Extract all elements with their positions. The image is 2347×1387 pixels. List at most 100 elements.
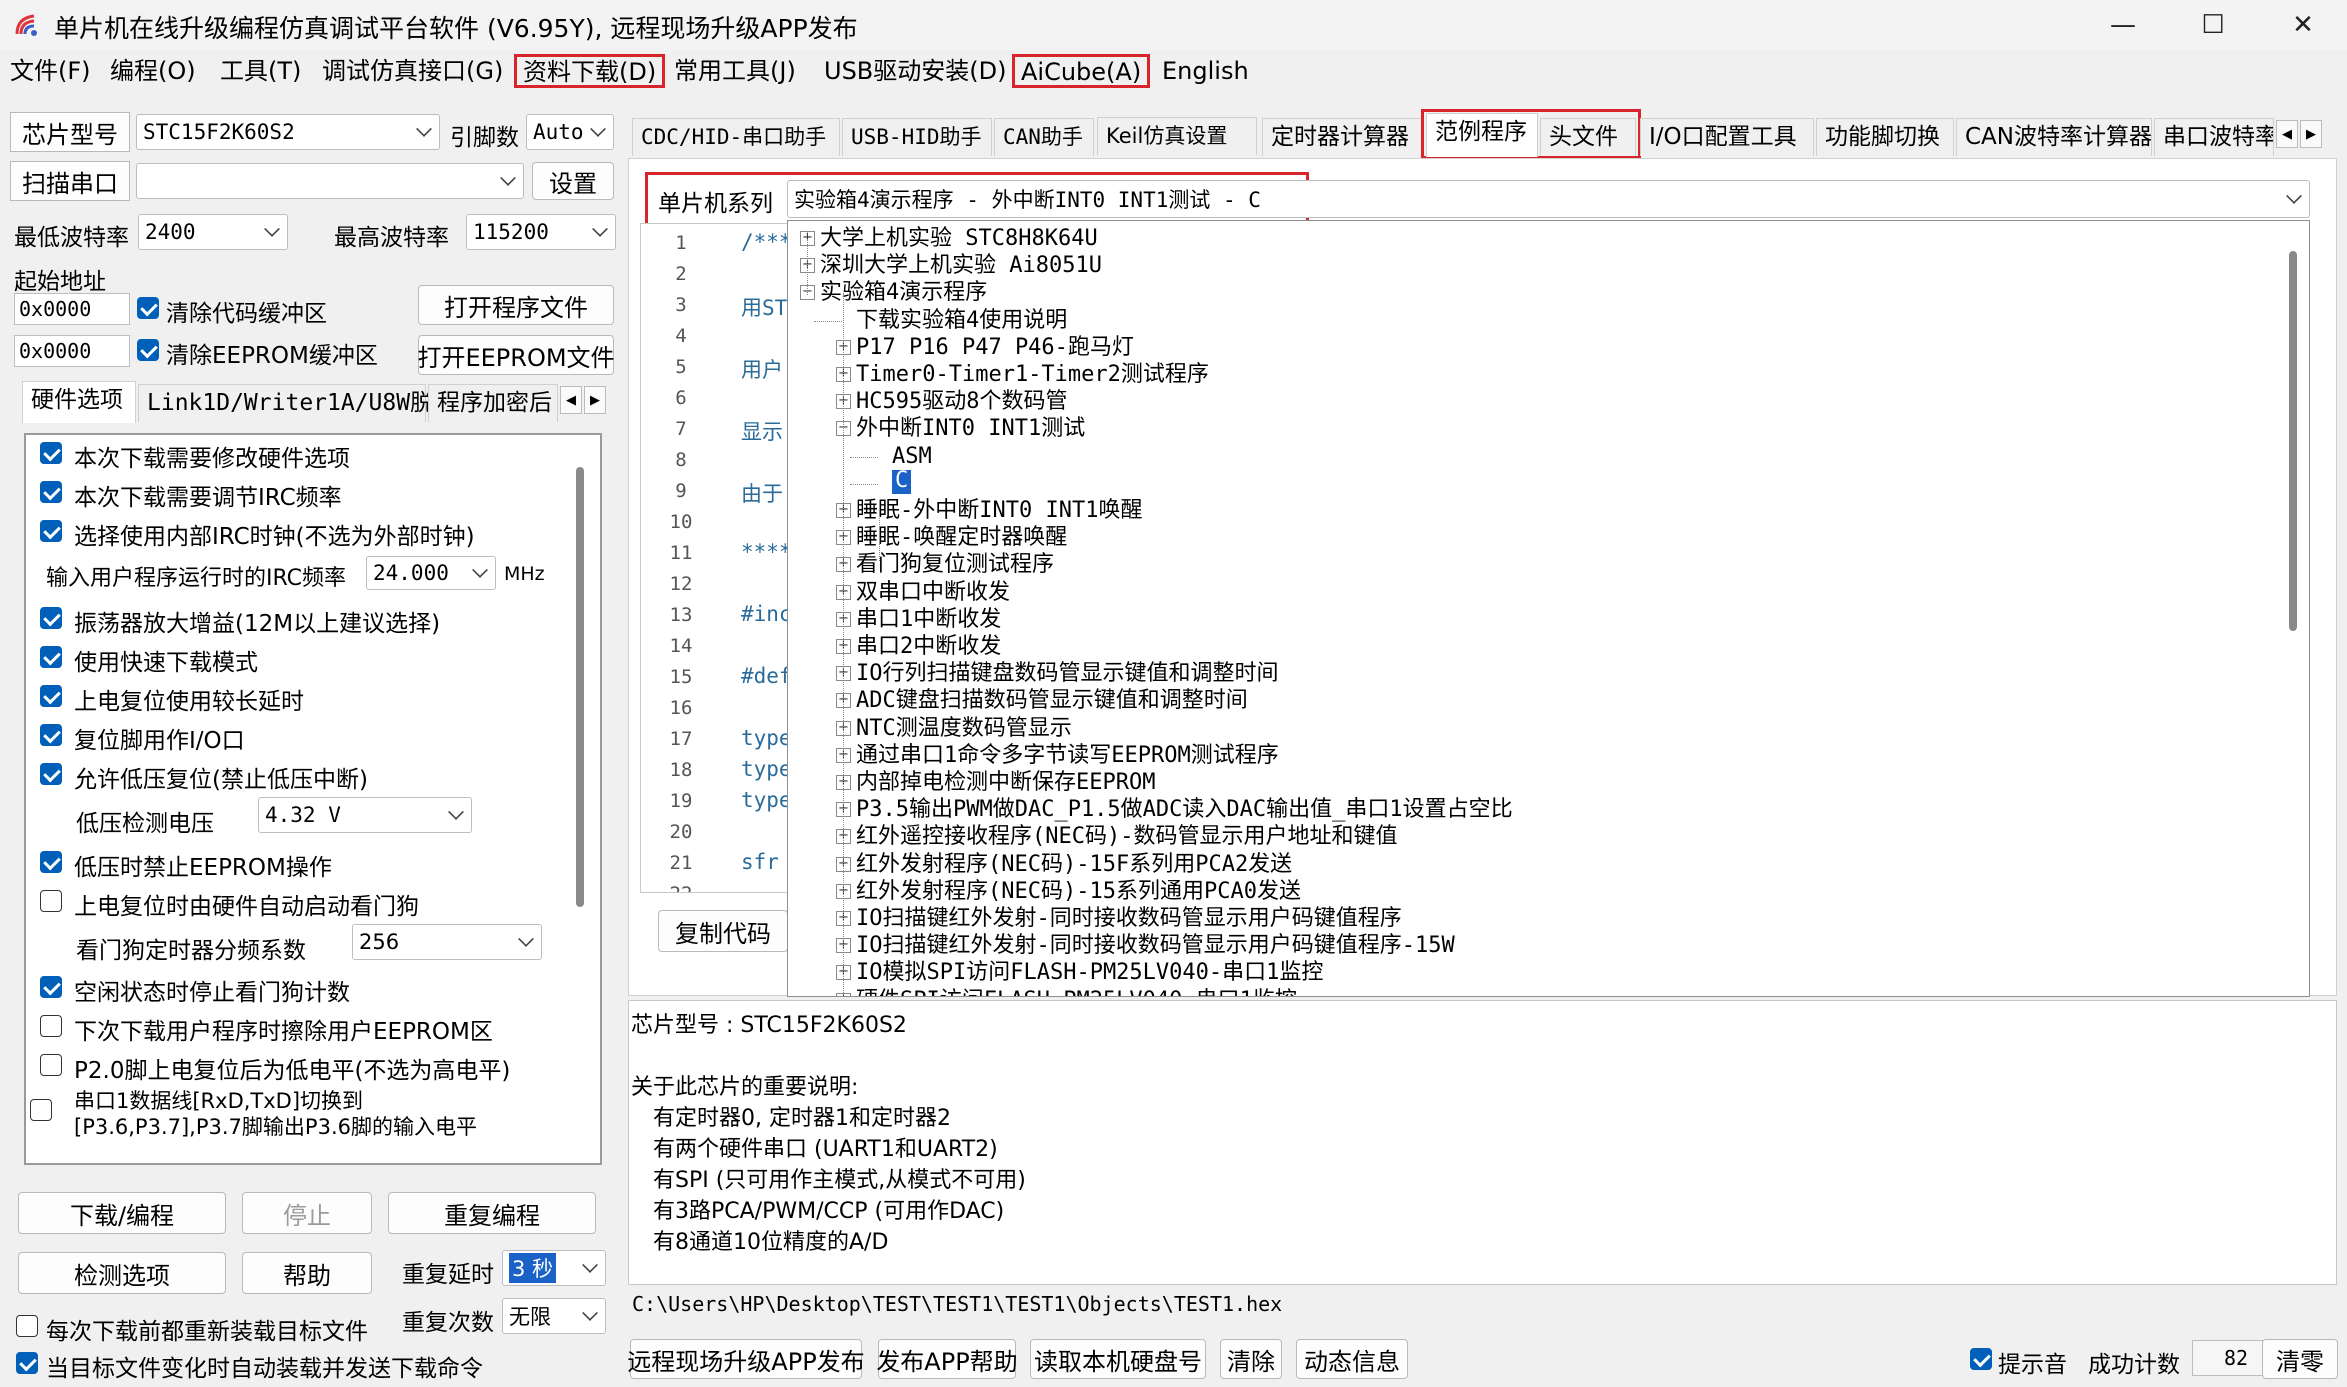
auto-reload-checkbox[interactable] xyxy=(16,1352,38,1374)
stop-button[interactable]: 停止 xyxy=(242,1192,372,1234)
tree-item[interactable]: 串口1中断收发 xyxy=(856,606,1001,633)
open-eeprom-file-button[interactable]: 打开EEPROM文件 xyxy=(417,335,615,375)
max-baud-select[interactable]: 115200 xyxy=(466,214,616,250)
tree-item[interactable]: ASM xyxy=(892,443,932,470)
menu-downloads[interactable]: 资料下载(D) xyxy=(514,54,666,88)
option-checkbox[interactable] xyxy=(40,976,62,998)
serial-port-select[interactable] xyxy=(136,163,524,199)
option-checkbox[interactable] xyxy=(40,685,62,707)
uart-switch-checkbox[interactable] xyxy=(30,1099,52,1121)
tree-item[interactable]: 红外发射程序(NEC码)-15F系列用PCA2发送 xyxy=(856,851,1292,878)
tree-item[interactable]: 下载实验箱4使用说明 xyxy=(856,307,1067,334)
pin-count-select[interactable]: Auto xyxy=(526,114,614,150)
tab-hardware-options[interactable]: 硬件选项 xyxy=(22,381,136,423)
code-address-input[interactable]: 0x0000 xyxy=(14,293,130,325)
tree-item[interactable]: 双串口中断收发 xyxy=(856,579,1010,606)
tab-keil-sim[interactable]: Keil仿真设置 xyxy=(1097,117,1257,155)
open-program-file-button[interactable]: 打开程序文件 xyxy=(418,285,614,325)
clear-eeprom-buffer-checkbox[interactable] xyxy=(137,339,159,361)
clear-button[interactable]: 清除 xyxy=(1220,1339,1282,1379)
example-tree-dropdown[interactable]: + 大学上机实验 STC8H8K64U + 深圳大学上机实验 Ai8051U − 实验箱4… xyxy=(787,220,2310,997)
chip-model-button[interactable]: 芯片型号 xyxy=(10,112,130,152)
menu-aicube[interactable]: AiCube(A) xyxy=(1012,54,1151,88)
download-program-button[interactable]: 下载/编程 xyxy=(18,1192,226,1234)
tab-can-helper[interactable]: CAN助手 xyxy=(994,118,1094,156)
menu-program[interactable]: 编程(O) xyxy=(104,56,202,90)
maximize-button[interactable]: ☐ xyxy=(2168,0,2258,50)
tree-scrollbar[interactable] xyxy=(2289,251,2297,631)
tree-item[interactable]: Timer0-Timer1-Timer2测试程序 xyxy=(856,361,1209,388)
tab-scroll-left-icon[interactable]: ◀ xyxy=(560,386,582,414)
tree-item[interactable]: IO扫描键红外发射-同时接收数码管显示用户码键值程序-15W xyxy=(856,932,1455,959)
option-checkbox[interactable] xyxy=(40,520,62,542)
tab-scroll-right-icon[interactable]: ▶ xyxy=(584,386,606,414)
remote-upgrade-button[interactable]: 远程现场升级APP发布 xyxy=(627,1339,865,1379)
tab-timer-calc[interactable]: 定时器计算器 xyxy=(1262,118,1422,156)
tab-pin-switch[interactable]: 功能脚切换 xyxy=(1816,118,1954,156)
option-checkbox[interactable] xyxy=(40,851,62,873)
tab-scroll-right-icon[interactable]: ▶ xyxy=(2300,120,2322,148)
tab-cdc-hid-serial[interactable]: CDC/HID-串口助手 xyxy=(632,118,840,156)
menu-english[interactable]: English xyxy=(1156,56,1255,90)
wdt-prescaler-select[interactable]: 256 xyxy=(352,924,542,960)
menu-debug-interface[interactable]: 调试仿真接口(G) xyxy=(316,56,509,90)
menu-tools[interactable]: 工具(T) xyxy=(214,56,307,90)
tree-item-expanded[interactable]: 实验箱4演示程序 xyxy=(820,279,987,306)
tree-item[interactable]: 内部掉电检测中断保存EEPROM xyxy=(856,769,1155,796)
tab-scroll-left-icon[interactable]: ◀ xyxy=(2276,120,2298,148)
tree-item[interactable]: P3.5输出PWM做DAC_P1.5做ADC读入DAC输出值_串口1设置占空比 xyxy=(856,796,1513,823)
tree-item[interactable]: 看门狗复位测试程序 xyxy=(856,551,1054,578)
publish-app-help-button[interactable]: 发布APP帮助 xyxy=(876,1339,1018,1379)
tree-item[interactable]: HC595驱动8个数码管 xyxy=(856,388,1067,415)
option-checkbox[interactable] xyxy=(40,481,62,503)
tree-item[interactable]: 大学上机实验 STC8H8K64U xyxy=(820,225,1098,252)
tree-item-selected[interactable]: C xyxy=(892,469,912,494)
tree-item[interactable]: 红外遥控接收程序(NEC码)-数码管显示用户地址和键值 xyxy=(856,823,1397,850)
tree-item[interactable]: IO模拟SPI访问FLASH-PM25LV040-串口1监控 xyxy=(856,959,1323,986)
tree-item[interactable]: P17 P16 P47 P46-跑马灯 xyxy=(856,334,1134,361)
tree-item[interactable]: IO行列扫描键盘数码管显示键值和调整时间 xyxy=(856,660,1279,687)
code-viewer[interactable]: 1 /*** 2 3 用ST 4 5 用户 6 7 显示 8 9 由于 10 11 **** 12 13 #inc 14… xyxy=(640,223,790,893)
menu-file[interactable]: 文件(F) xyxy=(4,56,97,90)
tree-item[interactable]: 红外发射程序(NEC码)-15系列通用PCA0发送 xyxy=(856,878,1301,905)
tree-item[interactable]: 通过串口1命令多字节读写EEPROM测试程序 xyxy=(856,742,1279,769)
tab-offline-programmer[interactable]: Link1D/Writer1A/U8W脱机 xyxy=(138,384,456,422)
close-button[interactable]: ✕ xyxy=(2258,0,2347,50)
settings-button[interactable]: 设置 xyxy=(532,162,614,200)
menu-common-tools[interactable]: 常用工具(J) xyxy=(668,56,802,90)
option-checkbox[interactable] xyxy=(40,442,62,464)
tree-item[interactable]: 外中断INT0 INT1测试 xyxy=(856,415,1085,442)
tab-usb-hid[interactable]: USB-HID助手 xyxy=(842,118,992,156)
option-checkbox[interactable] xyxy=(40,646,62,668)
tree-item[interactable]: ADC键盘扫描数码管显示键值和调整时间 xyxy=(856,687,1248,714)
reload-before-download-checkbox[interactable] xyxy=(16,1315,38,1337)
tree-item[interactable]: 深圳大学上机实验 Ai8051U xyxy=(820,252,1102,279)
tree-item[interactable]: NTC测温度数码管显示 xyxy=(856,715,1072,742)
option-checkbox[interactable] xyxy=(40,724,62,746)
eeprom-address-input[interactable]: 0x0000 xyxy=(14,335,130,367)
option-checkbox[interactable] xyxy=(40,1015,62,1037)
tab-uart-baud[interactable]: 串口波特率 xyxy=(2154,118,2274,156)
tab-header-files[interactable]: 头文件 xyxy=(1540,118,1636,156)
help-button[interactable]: 帮助 xyxy=(242,1252,372,1294)
tree-item[interactable]: 串口2中断收发 xyxy=(856,633,1001,660)
scan-port-button[interactable]: 扫描串口 xyxy=(10,161,130,201)
option-checkbox[interactable] xyxy=(40,607,62,629)
menu-usb-driver[interactable]: USB驱动安装(D) xyxy=(818,56,1012,90)
tab-examples[interactable]: 范例程序 xyxy=(1426,113,1538,157)
series-select[interactable]: 实验箱4演示程序 - 外中断INT0 INT1测试 - C xyxy=(787,180,2310,218)
tree-item[interactable]: 睡眠-外中断INT0 INT1唤醒 xyxy=(856,497,1142,524)
lvd-voltage-select[interactable]: 4.32 V xyxy=(258,797,472,833)
reset-count-button[interactable]: 清零 xyxy=(2262,1339,2338,1379)
minimize-button[interactable]: — xyxy=(2078,0,2168,50)
tab-encryption[interactable]: 程序加密后 xyxy=(428,384,558,422)
copy-code-button[interactable]: 复制代码 xyxy=(658,910,788,952)
option-checkbox[interactable] xyxy=(40,1054,62,1076)
beep-checkbox[interactable] xyxy=(1970,1348,1992,1370)
dynamic-info-button[interactable]: 动态信息 xyxy=(1296,1339,1408,1379)
options-scrollbar[interactable] xyxy=(576,467,584,907)
check-options-button[interactable]: 检测选项 xyxy=(18,1252,226,1294)
tree-item[interactable]: 硬件SPI访问FLASH-PM25LV040-串口1监控 xyxy=(856,987,1297,996)
tree-item[interactable]: 睡眠-唤醒定时器唤醒 xyxy=(856,524,1067,551)
chip-model-select[interactable]: STC15F2K60S2 xyxy=(136,114,440,150)
